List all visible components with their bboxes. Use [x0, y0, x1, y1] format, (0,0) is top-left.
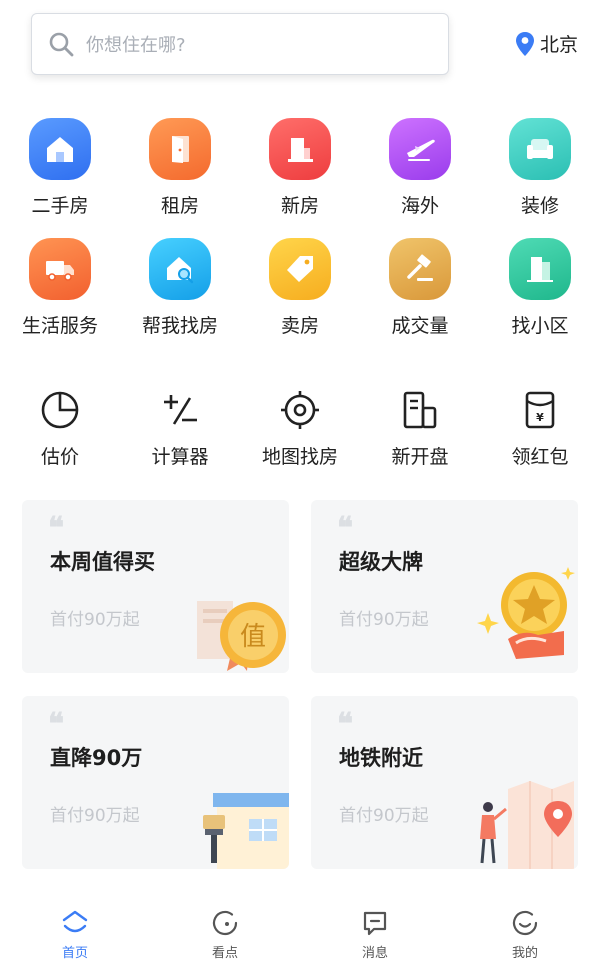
location-pin-icon	[515, 31, 534, 56]
card-super-brand[interactable]: ❝ 超级大牌 首付90万起	[311, 500, 578, 673]
door-icon	[149, 118, 211, 180]
tool-label: 领红包	[511, 446, 569, 468]
tab-discover[interactable]: 看点	[150, 904, 300, 974]
tab-profile[interactable]: 我的	[450, 904, 600, 974]
target-icon	[278, 388, 322, 432]
category-label: 装修	[520, 195, 559, 217]
category-label: 海外	[400, 195, 439, 217]
community-icon	[509, 238, 571, 300]
card-title: 本周值得买	[50, 550, 155, 574]
category-decoration[interactable]: 装修	[480, 118, 600, 238]
star-coin-icon	[477, 567, 575, 659]
building-icon	[269, 118, 331, 180]
red-packet-icon: ¥	[518, 388, 562, 432]
pie-chart-icon	[38, 388, 82, 432]
card-subtitle: 首付90万起	[339, 610, 429, 630]
tab-label: 我的	[511, 946, 538, 961]
map-pin-illustration	[480, 781, 574, 869]
tool-calculator[interactable]: 计算器	[120, 388, 240, 469]
truck-icon	[29, 238, 91, 300]
tool-valuation[interactable]: 估价	[0, 388, 120, 469]
category-find-community[interactable]: 找小区	[480, 238, 600, 358]
quote-icon: ❝	[48, 707, 65, 742]
badge-text: 值	[240, 622, 266, 652]
card-subtitle: 首付90万起	[50, 806, 140, 826]
tab-label: 首页	[61, 946, 88, 961]
tab-home[interactable]: 首页	[0, 904, 150, 974]
city-label: 北京	[539, 34, 578, 56]
house-paint-icon	[203, 793, 289, 869]
tool-label: 计算器	[151, 446, 209, 468]
calculator-icon	[158, 388, 202, 432]
search-icon	[49, 32, 74, 57]
category-label: 租房	[160, 195, 199, 217]
message-icon	[363, 911, 387, 936]
new-building-icon	[398, 388, 442, 432]
category-grid: 二手房 租房 新房 海外 装修 生活服务 帮我找房 卖房 成交量 找小区	[0, 118, 600, 358]
tool-row: 估价 计算器 地图找房 新开盘 ¥ 领红包	[0, 388, 600, 469]
category-label: 帮我找房	[141, 315, 218, 337]
bottom-tab-bar: 首页 看点 消息 我的	[0, 904, 600, 974]
svg-text:¥: ¥	[536, 411, 544, 424]
tab-label: 看点	[211, 946, 238, 961]
header: 你想住在哪? 北京	[0, 0, 600, 100]
category-label: 找小区	[511, 315, 569, 337]
card-subtitle: 首付90万起	[50, 610, 140, 630]
value-medal-icon: 值	[197, 601, 286, 671]
category-find-for-me[interactable]: 帮我找房	[120, 238, 240, 358]
quote-icon: ❝	[337, 707, 354, 742]
tool-map-search[interactable]: 地图找房	[240, 388, 360, 469]
category-label: 卖房	[280, 315, 319, 337]
gavel-icon	[389, 238, 451, 300]
tool-label: 估价	[40, 446, 79, 468]
discover-icon	[212, 910, 238, 936]
category-life-service[interactable]: 生活服务	[0, 238, 120, 358]
tool-red-packet[interactable]: ¥ 领红包	[480, 388, 600, 469]
tab-messages[interactable]: 消息	[300, 904, 450, 974]
sofa-icon	[509, 118, 571, 180]
location-selector[interactable]: 北京	[515, 30, 578, 57]
tool-new-opening[interactable]: 新开盘	[360, 388, 480, 469]
category-deal-volume[interactable]: 成交量	[360, 238, 480, 358]
tag-icon	[269, 238, 331, 300]
card-subtitle: 首付90万起	[339, 806, 429, 826]
category-rent[interactable]: 租房	[120, 118, 240, 238]
category-label: 成交量	[391, 315, 449, 337]
category-second-hand[interactable]: 二手房	[0, 118, 120, 238]
tab-label: 消息	[361, 946, 388, 961]
card-title: 地铁附近	[339, 746, 423, 770]
category-label: 生活服务	[21, 315, 98, 337]
card-weekly-deals[interactable]: ❝ 本周值得买 首付90万起 值	[22, 500, 289, 673]
search-placeholder: 你想住在哪?	[86, 35, 186, 56]
quote-icon: ❝	[337, 511, 354, 546]
profile-icon	[512, 910, 538, 936]
quote-icon: ❝	[48, 511, 65, 546]
category-label: 二手房	[31, 195, 89, 217]
tool-label: 地图找房	[261, 446, 338, 468]
category-overseas[interactable]: 海外	[360, 118, 480, 238]
home-tab-icon	[62, 910, 88, 933]
home-icon	[29, 118, 91, 180]
category-new-house[interactable]: 新房	[240, 118, 360, 238]
card-title: 超级大牌	[339, 550, 423, 574]
card-title: 直降90万	[50, 746, 143, 770]
airplane-icon	[389, 118, 451, 180]
house-search-icon	[149, 238, 211, 300]
card-price-drop[interactable]: ❝ 直降90万 首付90万起	[22, 696, 289, 869]
search-input[interactable]: 你想住在哪?	[31, 13, 449, 75]
category-sell[interactable]: 卖房	[240, 238, 360, 358]
category-label: 新房	[280, 195, 319, 217]
tool-label: 新开盘	[391, 446, 449, 468]
card-near-subway[interactable]: ❝ 地铁附近 首付90万起	[311, 696, 578, 869]
